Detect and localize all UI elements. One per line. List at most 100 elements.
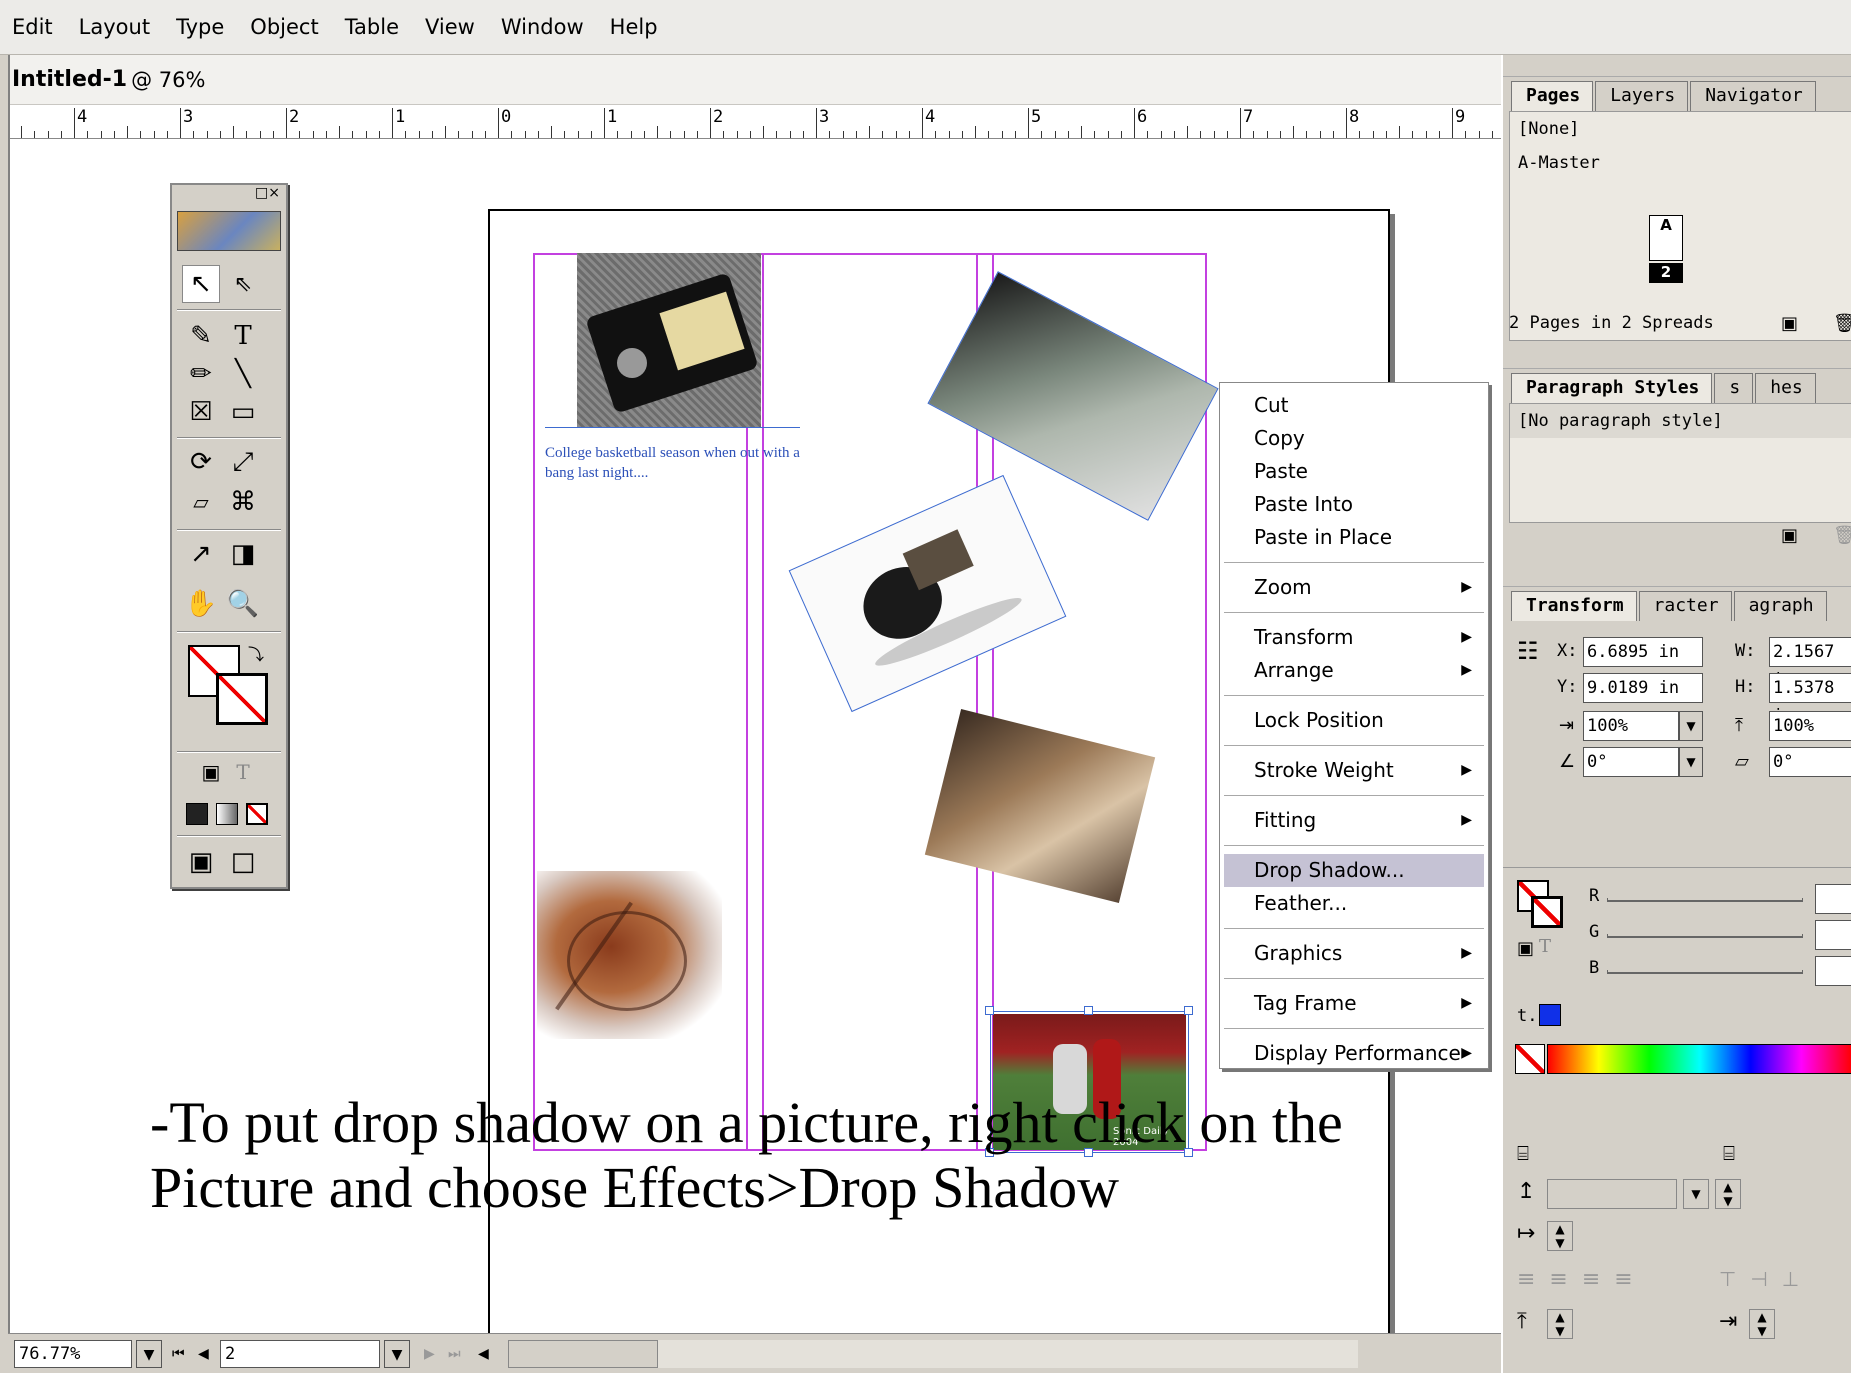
horizontal-scrollbar[interactable]: [508, 1340, 658, 1368]
formatting-container-icon[interactable]: ▣: [196, 757, 226, 787]
toolbox-close-button[interactable]: □×: [172, 185, 286, 207]
kerning-stepper[interactable]: ▲ ▼: [1715, 1179, 1741, 1209]
normal-view-icon[interactable]: ▣: [182, 843, 220, 881]
zoom-dropdown[interactable]: ▼: [136, 1340, 162, 1368]
selection-handle[interactable]: [985, 1006, 994, 1015]
cassette-photo[interactable]: [577, 253, 761, 427]
hand-tool-icon[interactable]: ✋: [182, 585, 220, 623]
rotate-tool-icon[interactable]: ⟳: [182, 443, 220, 481]
menu-window[interactable]: Window: [501, 15, 584, 39]
menu-object[interactable]: Object: [250, 15, 318, 39]
line-tool-icon[interactable]: ╲: [224, 355, 262, 393]
r-slider[interactable]: [1607, 898, 1803, 902]
b-field[interactable]: [1815, 956, 1851, 986]
scroll-left-button[interactable]: ◀: [478, 1340, 489, 1368]
context-menu-item-paste-in-place[interactable]: Paste in Place: [1220, 521, 1488, 554]
page-field[interactable]: 2: [220, 1340, 380, 1368]
menu-edit[interactable]: Edit: [12, 15, 53, 39]
zoom-field[interactable]: 76.77%: [14, 1340, 132, 1368]
context-menu-item-tag-frame[interactable]: Tag Frame ▶: [1220, 987, 1488, 1020]
g-field[interactable]: [1815, 920, 1851, 950]
rotation-field[interactable]: 0°: [1583, 747, 1679, 777]
apply-color-icon[interactable]: [186, 803, 208, 825]
shear-tool-icon[interactable]: ▱: [182, 483, 220, 521]
swap-fill-stroke-icon[interactable]: ⤵: [244, 641, 268, 665]
context-menu-item-drop-shadow[interactable]: Drop Shadow...: [1224, 854, 1484, 887]
b-slider[interactable]: [1607, 970, 1803, 974]
pen-tool-icon[interactable]: ✎: [182, 317, 220, 355]
context-menu-item-display-performance[interactable]: Display Performance ▶: [1220, 1037, 1488, 1070]
context-menu-item-copy[interactable]: Copy: [1220, 422, 1488, 455]
tab-paragraph-styles[interactable]: Paragraph Styles: [1511, 373, 1713, 403]
context-menu-item-paste[interactable]: Paste: [1220, 455, 1488, 488]
scale-x-dropdown[interactable]: ▼: [1679, 711, 1703, 741]
tab-layers[interactable]: Layers: [1595, 81, 1689, 111]
context-menu-item-graphics[interactable]: Graphics ▶: [1220, 937, 1488, 970]
align-left-icon[interactable]: ⌸: [1517, 1141, 1529, 1165]
tab-character-styles[interactable]: s: [1714, 373, 1754, 403]
basketball-photo[interactable]: [537, 871, 722, 1039]
rectangle-tool-icon[interactable]: ▭: [224, 393, 262, 431]
color-stroke-swatch[interactable]: [1531, 896, 1563, 928]
list-item[interactable]: [No paragraph style]: [1510, 404, 1851, 438]
g-slider[interactable]: [1607, 934, 1803, 938]
r-field[interactable]: [1815, 884, 1851, 914]
context-menu-item-feather[interactable]: Feather...: [1220, 887, 1488, 920]
selection-handle[interactable]: [1084, 1006, 1093, 1015]
list-item[interactable]: [None]: [1510, 112, 1851, 146]
apply-none-icon[interactable]: [246, 803, 268, 825]
menu-table[interactable]: Table: [345, 15, 399, 39]
type-options-icons[interactable]: ⊤⊣⊥: [1719, 1267, 1813, 1291]
leading-field[interactable]: [1547, 1179, 1677, 1209]
direct-selection-tool-icon[interactable]: ⇖: [224, 265, 262, 303]
context-menu-item-lock-position[interactable]: Lock Position: [1220, 704, 1488, 737]
indent-right-icon[interactable]: ⇥: [1719, 1309, 1737, 1334]
y-position-field[interactable]: 9.0189 in: [1583, 673, 1703, 703]
gradient-tool-icon[interactable]: ◨: [224, 535, 262, 573]
color-container-icon[interactable]: ▣: [1517, 938, 1534, 959]
context-menu-item-cut[interactable]: Cut: [1220, 389, 1488, 422]
context-menu-item-zoom[interactable]: Zoom ▶: [1220, 571, 1488, 604]
tracking-stepper[interactable]: ▲ ▼: [1547, 1221, 1573, 1251]
scale-y-field[interactable]: 100%: [1769, 711, 1851, 741]
height-field[interactable]: 1.5378 in: [1769, 673, 1851, 726]
context-menu-item-arrange[interactable]: Arrange ▶: [1220, 654, 1488, 687]
story-text[interactable]: College basketball season when out with …: [545, 443, 800, 483]
justify-icons[interactable]: ≡≡≡≡: [1517, 1267, 1647, 1292]
apply-gradient-icon[interactable]: [216, 803, 238, 825]
leading-stepper[interactable]: ▼: [1683, 1179, 1709, 1209]
page-icon[interactable]: A: [1649, 215, 1683, 261]
reference-point-icon[interactable]: ☷: [1517, 637, 1539, 665]
color-text-icon[interactable]: T: [1539, 936, 1551, 957]
first-page-button[interactable]: ⏮: [172, 1340, 185, 1368]
menu-help[interactable]: Help: [610, 15, 658, 39]
scale-x-field[interactable]: 100%: [1583, 711, 1679, 741]
rectangle-frame-tool-icon[interactable]: ☒: [182, 393, 220, 431]
scale-tool-icon[interactable]: ⤢: [224, 443, 262, 481]
preview-view-icon[interactable]: □: [224, 843, 262, 881]
selection-tool-icon[interactable]: ↖: [182, 265, 220, 303]
eyedropper-tool-icon[interactable]: ↗: [182, 535, 220, 573]
last-page-button[interactable]: ⏭: [448, 1340, 461, 1368]
current-color-chip[interactable]: [1539, 1004, 1561, 1026]
pencil-tool-icon[interactable]: ✏: [182, 355, 220, 393]
space-before-icon[interactable]: ⤒: [1517, 1309, 1527, 1334]
space-before-stepper[interactable]: ▲ ▼: [1547, 1309, 1573, 1339]
menu-view[interactable]: View: [425, 15, 475, 39]
type-tool-icon[interactable]: T: [224, 317, 262, 355]
menu-type[interactable]: Type: [176, 15, 224, 39]
tab-pages[interactable]: Pages: [1511, 81, 1594, 111]
leading-icon[interactable]: ↥: [1517, 1179, 1535, 1204]
delete-page-icon[interactable]: 🗑: [1833, 313, 1851, 334]
shear-field[interactable]: 0°: [1769, 747, 1851, 777]
context-menu-item-stroke-weight[interactable]: Stroke Weight ▶: [1220, 754, 1488, 787]
tab-transform[interactable]: Transform: [1511, 591, 1637, 621]
next-page-button[interactable]: ▶: [424, 1340, 435, 1368]
stroke-swatch[interactable]: [216, 673, 268, 725]
context-menu-item-transform[interactable]: Transform ▶: [1220, 621, 1488, 654]
tab-swatches[interactable]: hes: [1755, 373, 1816, 403]
width-field[interactable]: 2.1567 in: [1769, 637, 1851, 690]
tab-navigator[interactable]: Navigator: [1690, 81, 1816, 111]
scrollbar-track[interactable]: [658, 1340, 1358, 1368]
rotation-dropdown[interactable]: ▼: [1679, 747, 1703, 777]
